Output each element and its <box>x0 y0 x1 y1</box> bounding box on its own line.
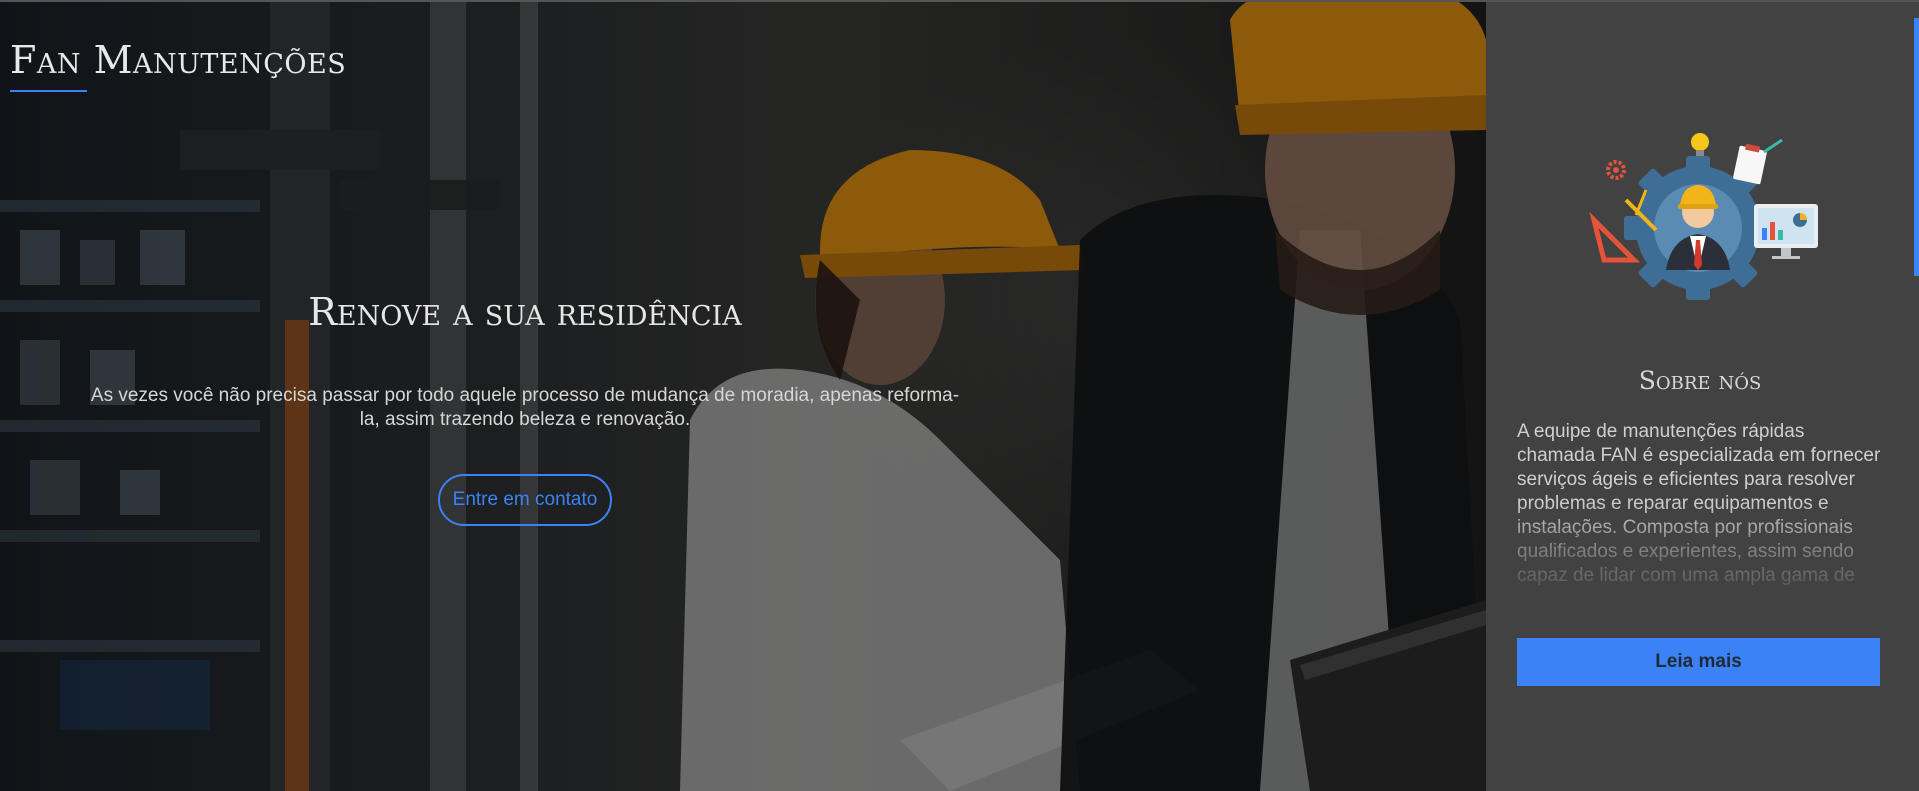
engineer-gear-illustration <box>1589 133 1818 300</box>
hero-title: Renove a sua residência <box>308 290 742 334</box>
hero-content: Renove a sua residência As vezes você nã… <box>65 290 985 526</box>
hero-description: As vezes você não precisa passar por tod… <box>90 385 960 430</box>
contact-button[interactable]: Entre em contato <box>437 474 613 526</box>
about-sidebar: Sobre nós A equipe de manutenções rápida… <box>1486 0 1919 791</box>
about-title: Sobre nós <box>1638 366 1762 395</box>
read-more-button[interactable]: Leia mais <box>1517 638 1880 686</box>
about-text-container: A equipe de manutenções rápidas chamada … <box>1517 420 1887 610</box>
brand-logo-text[interactable]: Fan Manutenções <box>10 38 346 82</box>
top-border <box>0 0 1919 2</box>
scrollbar-track[interactable] <box>1914 0 1919 791</box>
hero-section: Fan Manutenções Renove a sua residência … <box>0 0 1486 791</box>
text-fade-overlay <box>1517 500 1887 610</box>
brand-underline <box>10 90 87 92</box>
scrollbar-thumb[interactable] <box>1914 18 1919 276</box>
